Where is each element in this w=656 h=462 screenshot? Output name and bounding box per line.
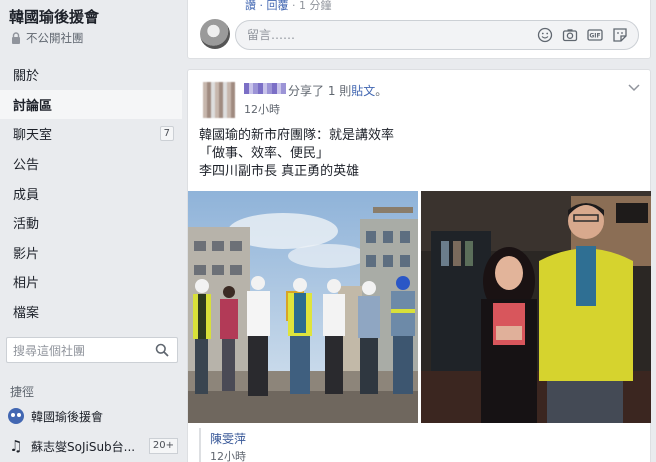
- share-header: 分享了 1 則貼文。: [288, 82, 387, 99]
- shared-post-card: 分享了 1 則貼文。 12小時 韓國瑜的新市府團隊：就是講效率 「做事、效率、便…: [187, 69, 651, 462]
- svg-text:GIF: GIF: [589, 33, 600, 40]
- sticker-icon[interactable]: [612, 27, 628, 43]
- gif-icon[interactable]: GIF: [587, 27, 603, 43]
- nav-label: 檔案: [13, 306, 40, 322]
- post-text-line: 李四川副市長 真正勇的英雄: [199, 164, 360, 179]
- nav-label: 聊天室: [13, 128, 53, 144]
- nav-item-discussion[interactable]: 討論區: [0, 89, 182, 120]
- search-icon[interactable]: [155, 343, 169, 357]
- nav-label: 相片: [13, 276, 40, 292]
- poster-name-blurred[interactable]: [244, 83, 286, 94]
- previous-post-comment-card: 讚 · 回覆 · 1 分鐘 留言…… GIF: [187, 0, 651, 59]
- chat-count-badge: 7: [159, 126, 174, 142]
- comment-placeholder: 留言……: [247, 28, 296, 42]
- chevron-down-icon[interactable]: [628, 84, 640, 92]
- group-search-input[interactable]: 搜尋這個社團: [6, 337, 178, 363]
- music-note-icon: ♫: [9, 437, 23, 455]
- site-visit-photo: [188, 191, 418, 423]
- shared-post-link[interactable]: 貼文: [351, 84, 375, 98]
- post-photo-portrait[interactable]: [421, 191, 651, 423]
- comment-time: · 1 分鐘: [288, 0, 332, 12]
- reply-link[interactable]: 回覆: [267, 0, 289, 12]
- group-icon: [8, 408, 24, 424]
- comment-tools: GIF: [537, 27, 628, 43]
- shortcut-label: 蘇志燮SoJiSub台...: [31, 439, 136, 454]
- nav-label: 活動: [13, 217, 40, 233]
- nav-item-announcements[interactable]: 公告: [0, 149, 182, 179]
- avatar[interactable]: [200, 19, 230, 49]
- group-privacy: 不公開社團: [10, 30, 84, 46]
- group-nav: 關於 討論區 聊天室 7 公告 成員 活動 影片 相片 檔案: [0, 60, 182, 326]
- nav-item-photos[interactable]: 相片: [0, 267, 182, 297]
- nav-label: 討論區: [13, 98, 53, 114]
- like-link[interactable]: 讚 ·: [245, 0, 267, 12]
- nav-label: 關於: [13, 69, 40, 85]
- portrait-photo: [421, 191, 651, 423]
- nav-item-members[interactable]: 成員: [0, 178, 182, 208]
- share-suffix: 。: [375, 84, 388, 98]
- nav-label: 成員: [13, 187, 40, 203]
- search-placeholder: 搜尋這個社團: [13, 343, 86, 358]
- divider: [199, 428, 201, 462]
- shortcut-count-badge: 20+: [148, 438, 178, 454]
- post-photo-site-visit[interactable]: [188, 191, 418, 423]
- shortcut-fan-group[interactable]: ♫ 蘇志燮SoJiSub台... 20+: [8, 435, 178, 457]
- post-timestamp[interactable]: 12小時: [244, 101, 280, 117]
- shortcut-label: 韓國瑜後援會: [31, 409, 104, 424]
- nav-item-videos[interactable]: 影片: [0, 238, 182, 268]
- nav-item-about[interactable]: 關於: [0, 60, 182, 90]
- lock-icon: [12, 32, 20, 44]
- nav-item-chat[interactable]: 聊天室 7: [0, 119, 182, 149]
- comment-input[interactable]: 留言…… GIF: [235, 20, 639, 50]
- emoji-icon[interactable]: [537, 27, 553, 43]
- previous-comment-meta: 讚 · 回覆 · 1 分鐘: [245, 0, 332, 13]
- post-text-line: 韓國瑜的新市府團隊：就是講效率: [199, 128, 395, 143]
- group-title[interactable]: 韓國瑜後援會: [9, 6, 99, 27]
- original-author-link[interactable]: 陳雯萍: [210, 430, 246, 447]
- post-text-line: 「做事、效率、便民」: [199, 146, 330, 161]
- avatar[interactable]: [203, 82, 235, 118]
- share-verb: 分享了 1 則: [288, 84, 352, 98]
- nav-item-events[interactable]: 活動: [0, 208, 182, 238]
- group-sidebar: 韓國瑜後援會 不公開社團 關於 討論區 聊天室 7 公告 成員 活動 影片 相片 …: [0, 0, 182, 462]
- nav-label: 公告: [13, 158, 40, 174]
- nav-item-files[interactable]: 檔案: [0, 297, 182, 327]
- shortcut-group[interactable]: 韓國瑜後援會: [8, 405, 178, 427]
- post-text: 韓國瑜的新市府團隊：就是講效率 「做事、效率、便民」 李四川副市長 真正勇的英雄: [199, 127, 394, 181]
- nav-label: 影片: [13, 246, 40, 262]
- privacy-label: 不公開社團: [26, 31, 84, 45]
- original-post-timestamp[interactable]: 12小時: [210, 448, 246, 462]
- shortcuts-heading: 捷徑: [10, 385, 35, 399]
- camera-icon[interactable]: [562, 27, 578, 43]
